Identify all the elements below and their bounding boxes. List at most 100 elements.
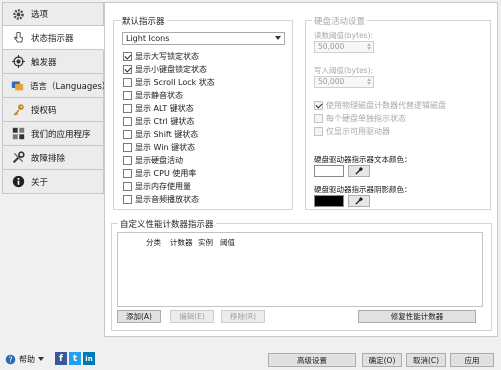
counter-list[interactable]: 分类 计数器 实例 阈值 [117, 232, 483, 307]
checkbox-label: 显示大写锁定状态 [135, 52, 199, 61]
checkbox-win[interactable]: 显示 Win 键状态 [123, 142, 195, 153]
icon-theme-select[interactable]: Light Icons [122, 32, 285, 45]
linkedin-icon[interactable]: in [83, 352, 95, 365]
checkbox-numlock[interactable]: 显示小键盘锁定状态 [123, 64, 207, 75]
edit-counter-button[interactable]: 编辑(E) [170, 310, 214, 323]
default-indicators-legend: 默认指示器 [120, 15, 167, 27]
advanced-settings-button[interactable]: 高级设置 [268, 353, 356, 367]
sidebar-item-license-key[interactable]: 授权码 [2, 98, 104, 122]
checkbox-scrolllock[interactable]: 显示 Scroll Lock 状态 [123, 77, 215, 88]
sidebar-item-troubleshooting[interactable]: 故障排除 [2, 146, 104, 170]
add-counter-button[interactable]: 添加(A) [117, 310, 161, 323]
tools-icon [11, 151, 25, 165]
checkbox-per-disk[interactable]: 每个硬盘单独指示状态 [314, 113, 406, 124]
checkbox-box[interactable] [314, 114, 323, 123]
facebook-icon[interactable]: f [55, 352, 67, 365]
checkbox-box[interactable] [314, 127, 323, 136]
checkbox-box[interactable] [123, 130, 132, 139]
column-header-instance[interactable]: 实例 [198, 237, 213, 248]
sidebar-item-languages[interactable]: 语言（Languages） [2, 74, 110, 98]
chevron-down-icon [275, 36, 281, 40]
sidebar-item-label: 触发器 [31, 57, 57, 68]
sidebar-item-about[interactable]: 关于 [2, 170, 104, 194]
column-header-category[interactable]: 分类 [146, 237, 161, 248]
shadow-color-label: 硬盘驱动器指示器阴影颜色： [314, 185, 412, 194]
checkbox-box[interactable] [123, 65, 132, 74]
checkbox-label: 显示静音状态 [135, 91, 183, 100]
custom-counter-legend: 自定义性能计数器指示器 [118, 218, 216, 230]
read-threshold-value: 50,000 [318, 42, 345, 51]
disk-activity-group: 硬盘活动设置 读数阈值(bytes): 50,000 写入阈值(bytes): … [305, 15, 491, 210]
key-icon [11, 103, 25, 117]
read-threshold-input[interactable]: 50,000 [314, 41, 374, 53]
checkbox-audio[interactable]: 显示音频播放状态 [123, 194, 199, 205]
checkbox-label: 每个硬盘单独指示状态 [326, 114, 406, 123]
help-icon: ? [5, 354, 16, 364]
checkbox-label: 显示 Shift 键状态 [135, 130, 199, 139]
help-label: 帮助 [19, 354, 35, 364]
checkbox-box[interactable] [123, 91, 132, 100]
puzzle-icon [11, 127, 25, 141]
checkbox-label: 显示音频播放状态 [135, 195, 199, 204]
disk-activity-legend: 硬盘活动设置 [312, 15, 368, 27]
repair-counters-button[interactable]: 修复性能计数器 [358, 310, 476, 323]
sidebar-item-label: 我们的应用程序 [31, 129, 91, 140]
checkbox-box[interactable] [123, 156, 132, 165]
checkbox-cpu[interactable]: 显示 CPU 使用率 [123, 168, 196, 179]
pointer-icon [11, 31, 25, 45]
sidebar-item-label: 关于 [31, 177, 49, 188]
checkbox-ctrl[interactable]: 显示 Ctrl 键状态 [123, 116, 194, 127]
text-color-picker-button[interactable] [348, 165, 370, 177]
checkbox-box[interactable] [123, 117, 132, 126]
checkbox-memory[interactable]: 显示内存使用量 [123, 181, 191, 192]
shadow-color-picker-button[interactable] [348, 195, 370, 207]
apply-button[interactable]: 应用 [450, 353, 494, 367]
checkbox-label: 显示 CPU 使用率 [135, 169, 197, 178]
checkbox-label: 显示硬盘活动 [135, 156, 183, 165]
write-threshold-input[interactable]: 50,000 [314, 76, 374, 88]
icon-theme-value: Light Icons [126, 34, 170, 43]
checkbox-box[interactable] [123, 169, 132, 178]
shadow-color-swatch[interactable] [314, 195, 344, 207]
checkbox-disk-activity[interactable]: 显示硬盘活动 [123, 155, 183, 166]
sidebar-item-label: 选项 [31, 10, 49, 20]
sidebar-item-our-apps[interactable]: 我们的应用程序 [2, 122, 104, 146]
text-color-swatch[interactable] [314, 165, 344, 177]
sidebar: 选项 状态指示器 触发器 语言（Languages） 授权码 我们的应用程序 故… [2, 2, 110, 200]
target-icon [11, 55, 25, 69]
checkbox-label: 显示 Scroll Lock 状态 [135, 78, 215, 87]
sidebar-item-options[interactable]: 选项 [2, 2, 104, 26]
cancel-button[interactable]: 取消(C) [406, 353, 446, 367]
checkbox-label: 仅显示可用驱动器 [326, 127, 390, 136]
sidebar-item-triggers[interactable]: 触发器 [2, 50, 104, 74]
ok-button[interactable]: 确定(O) [362, 353, 402, 367]
write-threshold-label: 写入阈值(bytes): [314, 66, 374, 75]
help-button[interactable]: ? 帮助 [5, 352, 44, 366]
checkbox-box[interactable] [123, 182, 132, 191]
checkbox-box[interactable] [123, 78, 132, 87]
info-icon [11, 175, 25, 189]
column-header-threshold[interactable]: 阈值 [220, 237, 235, 248]
text-color-label: 硬盘驱动器指示器文本颜色： [314, 155, 412, 164]
checkbox-mute[interactable]: 显示静音状态 [123, 90, 183, 101]
sidebar-item-status-indicators[interactable]: 状态指示器 [2, 26, 104, 50]
checkbox-box[interactable] [314, 101, 323, 110]
spinner-icon [366, 43, 372, 51]
twitter-icon[interactable]: t [69, 352, 81, 365]
checkbox-alt[interactable]: 显示 ALT 键状态 [123, 103, 194, 114]
checkbox-label: 显示 Ctrl 键状态 [135, 117, 195, 126]
globe-icon [11, 79, 24, 93]
column-header-counter[interactable]: 计数器 [170, 237, 193, 248]
checkbox-box[interactable] [123, 52, 132, 61]
checkbox-box[interactable] [123, 195, 132, 204]
checkbox-label: 显示 Win 键状态 [135, 143, 196, 152]
checkbox-shift[interactable]: 显示 Shift 键状态 [123, 129, 198, 140]
checkbox-box[interactable] [123, 104, 132, 113]
checkbox-capslock[interactable]: 显示大写锁定状态 [123, 51, 199, 62]
checkbox-physical-disk[interactable]: 使用物理磁盘计数器代替逻辑磁盘 [314, 100, 446, 111]
remove-counter-button[interactable]: 移除(R) [221, 310, 265, 323]
sidebar-item-label: 语言（Languages） [30, 81, 111, 92]
checkbox-box[interactable] [123, 143, 132, 152]
checkbox-available-drives[interactable]: 仅显示可用驱动器 [314, 126, 390, 137]
write-threshold-value: 50,000 [318, 77, 345, 86]
